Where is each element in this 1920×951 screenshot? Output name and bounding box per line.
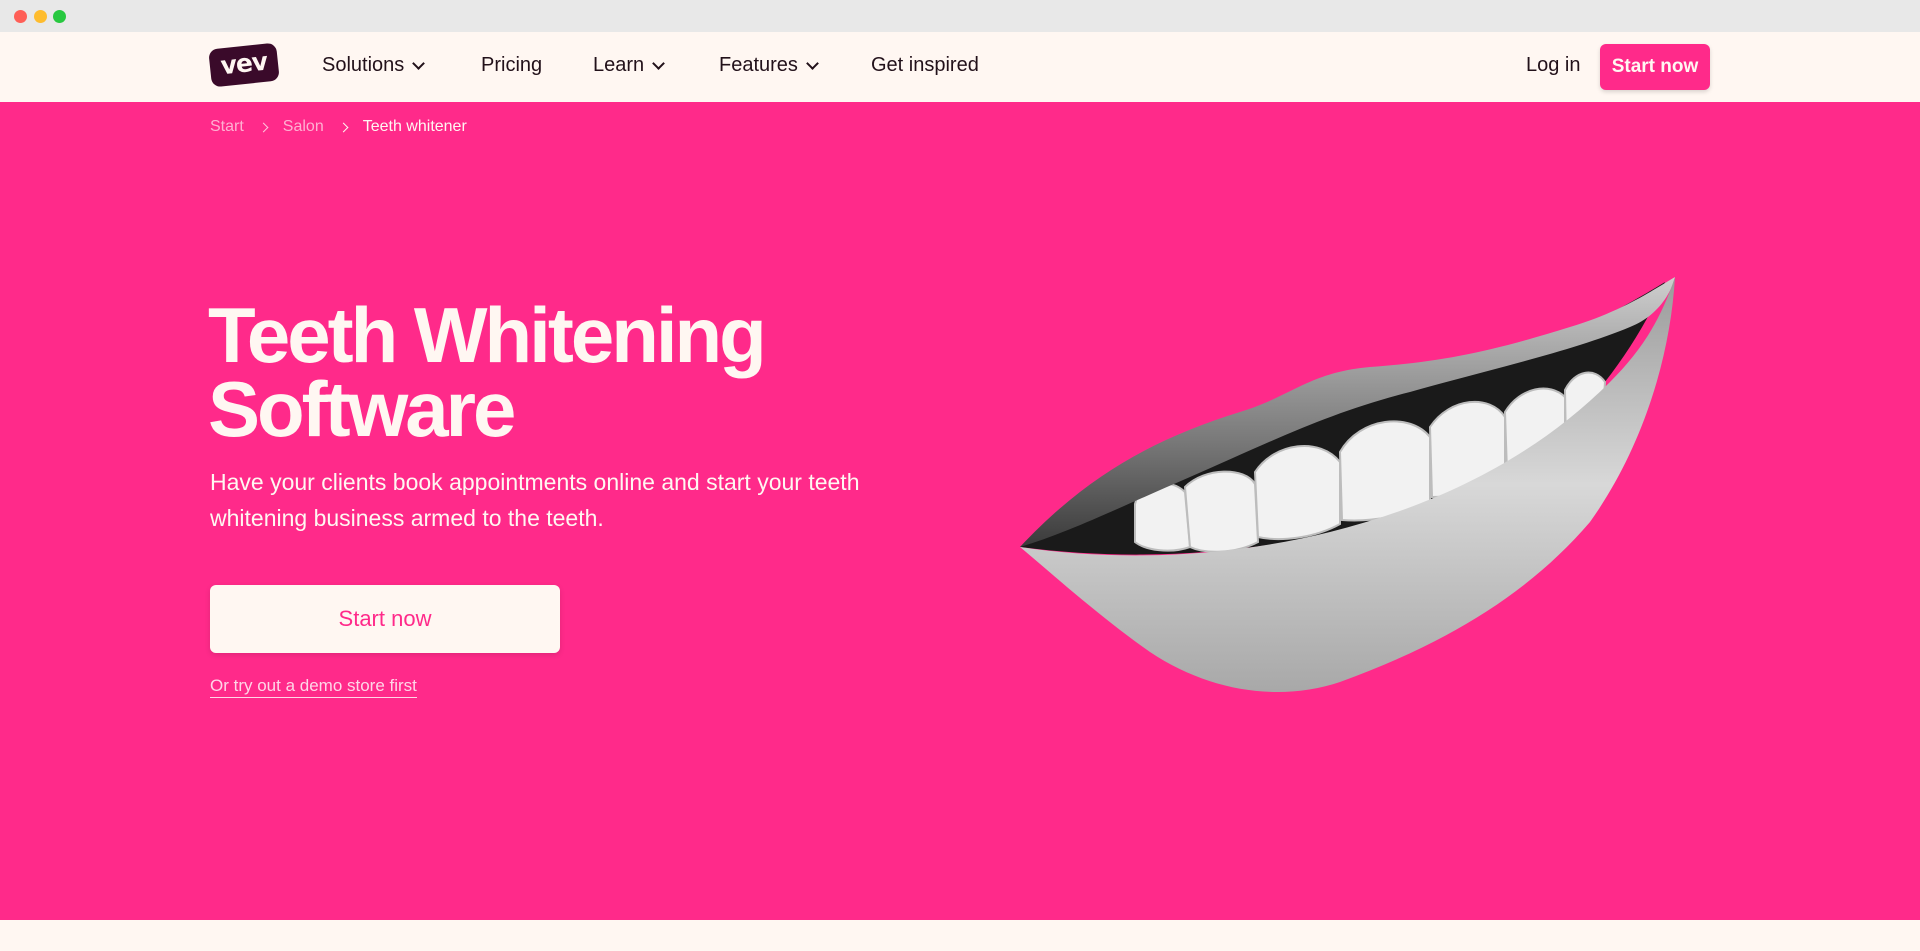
page-title: Teeth Whitening Software [208,296,908,448]
nav-item-solutions[interactable]: Solutions [322,54,426,77]
chevron-down-icon [412,56,426,70]
nav-item-label: Get inspired [871,54,979,76]
demo-store-link[interactable]: Or try out a demo store first [210,676,417,698]
chevron-right-icon [258,122,269,132]
nav-item-label: Features [719,54,798,76]
breadcrumb-salon[interactable]: Salon [283,118,324,136]
browser-chrome [0,0,1920,32]
title-line-2: Software [208,365,516,453]
breadcrumb: Start Salon Teeth whitener [210,118,467,136]
hero-start-now-button[interactable]: Start now [210,585,560,653]
chevron-down-icon [652,56,666,70]
smiling-lips-image [1020,277,1675,692]
chevron-right-icon [338,122,349,132]
nav-item-features[interactable]: Features [719,54,819,77]
vev-logo[interactable]: vev [208,42,280,88]
nav-item-learn[interactable]: Learn [593,54,666,77]
nav-item-pricing[interactable]: Pricing [481,54,542,77]
nav-item-get-inspired[interactable]: Get inspired [871,54,979,77]
maximize-window-icon[interactable] [53,10,66,23]
top-navigation: vev Solutions Pricing Learn Features Get… [0,32,1920,102]
logo-text: vev [219,46,269,81]
nav-item-label: Pricing [481,54,543,76]
hero-subtitle: Have your clients book appointments onli… [210,469,860,531]
nav-item-label: Solutions [322,54,405,76]
hero-section: Start Salon Teeth whitener Teeth Whiteni… [0,102,1920,920]
minimize-window-icon[interactable] [34,10,47,23]
chevron-down-icon [806,56,819,70]
breadcrumb-current: Teeth whitener [362,118,467,135]
page-bottom-strip [0,920,1920,951]
start-now-button[interactable]: Start now [1600,44,1710,90]
close-window-icon[interactable] [14,10,27,23]
login-link[interactable]: Log in [1526,54,1581,77]
breadcrumb-start[interactable]: Start [210,118,244,136]
nav-item-label: Learn [593,54,645,76]
